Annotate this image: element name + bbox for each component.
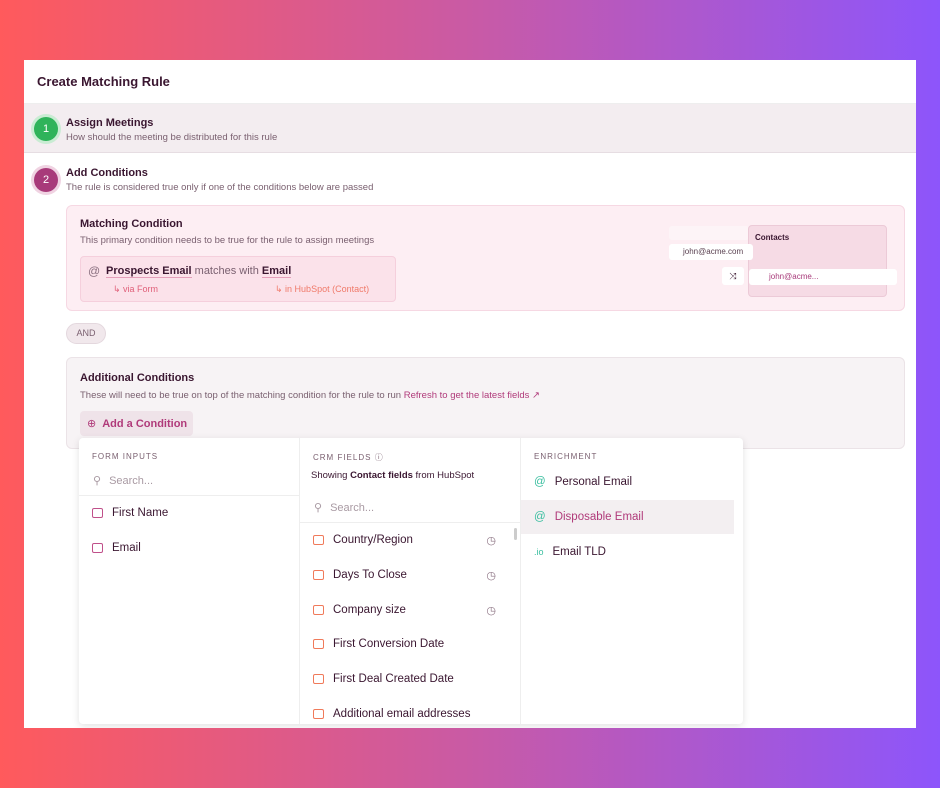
shuffle-icon: ⤨ xyxy=(722,267,744,285)
step-subtitle: How should the meeting be distributed fo… xyxy=(66,132,278,143)
crm-fields-search[interactable]: ⚲ Search... xyxy=(300,493,520,523)
history-icon: ◷ xyxy=(486,569,496,582)
step-subtitle: The rule is considered true only if one … xyxy=(66,182,374,193)
right-field: Email xyxy=(261,265,292,278)
item-label: First Name xyxy=(112,507,169,519)
item-label: Disposable Email xyxy=(554,511,644,523)
text-field-icon xyxy=(313,535,324,545)
calendar-icon xyxy=(313,674,324,684)
matching-condition-card: Matching Condition This primary conditio… xyxy=(66,205,905,311)
list-item[interactable]: Country/Region ◷ xyxy=(300,523,520,557)
dialog-title: Create Matching Rule xyxy=(37,74,170,89)
list-item[interactable]: First Conversion Date xyxy=(300,627,520,661)
list-item[interactable]: Company size ◷ xyxy=(300,593,520,627)
additional-title: Additional Conditions xyxy=(80,372,195,384)
contacts-title: Contacts xyxy=(755,233,790,242)
arrow-icon: ↳ xyxy=(113,284,124,294)
item-label: First Conversion Date xyxy=(333,638,445,650)
left-field: Prospects Email xyxy=(106,265,192,278)
step-assign-meetings[interactable]: 1 Assign Meetings How should the meeting… xyxy=(24,103,916,153)
multi-field-icon xyxy=(313,709,324,719)
search-placeholder: Search... xyxy=(330,501,375,514)
column-header: FORM INPUTS xyxy=(92,452,159,461)
matching-rule[interactable]: @ Prospects Email matches with Email ↳ v… xyxy=(80,256,396,302)
step-title: Assign Meetings xyxy=(66,117,154,129)
text-field-icon xyxy=(92,543,103,553)
column-header: CRM FIELDS ⓘ xyxy=(313,452,383,463)
item-label: Country/Region xyxy=(333,534,413,546)
step-title: Add Conditions xyxy=(66,167,148,179)
item-label: Personal Email xyxy=(554,476,633,488)
calendar-icon xyxy=(313,639,324,649)
left-source: via Form xyxy=(123,284,159,294)
matching-title: Matching Condition xyxy=(80,218,183,230)
number-field-icon xyxy=(313,570,324,580)
list-item[interactable]: .io Email TLD xyxy=(521,535,742,569)
search-icon: ⚲ xyxy=(93,475,102,487)
history-icon: ◷ xyxy=(486,534,496,547)
search-placeholder: Search... xyxy=(109,474,154,487)
item-label: First Deal Created Date xyxy=(333,673,454,685)
refresh-link[interactable]: Refresh to get the latest fields ↗ xyxy=(404,390,540,401)
item-label: Email TLD xyxy=(552,546,606,558)
at-icon: @ xyxy=(88,264,101,278)
create-matching-rule-dialog: Create Matching Rule 1 Assign Meetings H… xyxy=(24,60,916,728)
domain-tld-icon: .io xyxy=(534,547,544,557)
at-icon: @ xyxy=(534,476,546,488)
item-label: Company size xyxy=(333,604,406,616)
at-icon: @ xyxy=(534,511,546,523)
condition-dropdown: FORM INPUTS ⚲ Search... First Name Email … xyxy=(79,438,743,724)
email-chip: john@acme.com xyxy=(669,244,753,260)
list-item-selected[interactable]: @ Disposable Email xyxy=(521,500,734,534)
column-header: ENRICHMENT xyxy=(534,452,598,461)
list-item[interactable]: Email xyxy=(79,531,299,565)
header-label: CRM FIELDS xyxy=(313,453,372,462)
showing-prefix: Showing xyxy=(311,470,348,481)
and-badge: AND xyxy=(66,323,106,344)
search-icon: ⚲ xyxy=(314,502,323,514)
enrichment-column: ENRICHMENT @ Personal Email @ Disposable E… xyxy=(521,438,742,724)
item-label: Days To Close xyxy=(333,569,407,581)
step-number: 2 xyxy=(34,168,58,192)
plus-circle-icon: ⊕ xyxy=(87,418,97,430)
showing-bold: Contact fields xyxy=(350,470,413,481)
form-inputs-search[interactable]: ⚲ Search... xyxy=(79,466,299,496)
step-number: 1 xyxy=(34,117,58,141)
matched-contact: john@acme... xyxy=(749,269,897,285)
showing-suffix: from HubSpot xyxy=(415,470,475,481)
add-condition-label: Add a Condition xyxy=(102,417,188,430)
crm-fields-column: CRM FIELDS ⓘ Showing Contact fields from… xyxy=(300,438,521,724)
list-item[interactable]: @ Personal Email xyxy=(521,465,742,499)
list-item[interactable]: First Name xyxy=(79,496,299,530)
item-label: Email xyxy=(112,542,141,554)
text-field-icon xyxy=(313,605,324,615)
info-icon[interactable]: ⓘ xyxy=(375,453,383,462)
right-source: in HubSpot (Contact) xyxy=(285,284,370,294)
list-item[interactable]: Days To Close ◷ xyxy=(300,558,520,592)
operator: matches with xyxy=(194,265,259,277)
add-condition-button[interactable]: ⊕ Add a Condition xyxy=(80,411,193,436)
matching-subtitle: This primary condition needs to be true … xyxy=(80,235,375,246)
arrow-icon: ↳ xyxy=(275,284,286,294)
history-icon: ◷ xyxy=(486,604,496,617)
item-label: Additional email addresses xyxy=(333,708,471,720)
additional-subtitle: These will need to be true on top of the… xyxy=(80,390,402,401)
text-field-icon xyxy=(92,508,103,518)
form-inputs-column: FORM INPUTS ⚲ Search... First Name Email xyxy=(79,438,300,724)
list-item[interactable]: Additional email addresses xyxy=(300,697,520,728)
list-item[interactable]: First Deal Created Date xyxy=(300,662,520,696)
additional-conditions-card: Additional Conditions These will need to… xyxy=(66,357,905,449)
